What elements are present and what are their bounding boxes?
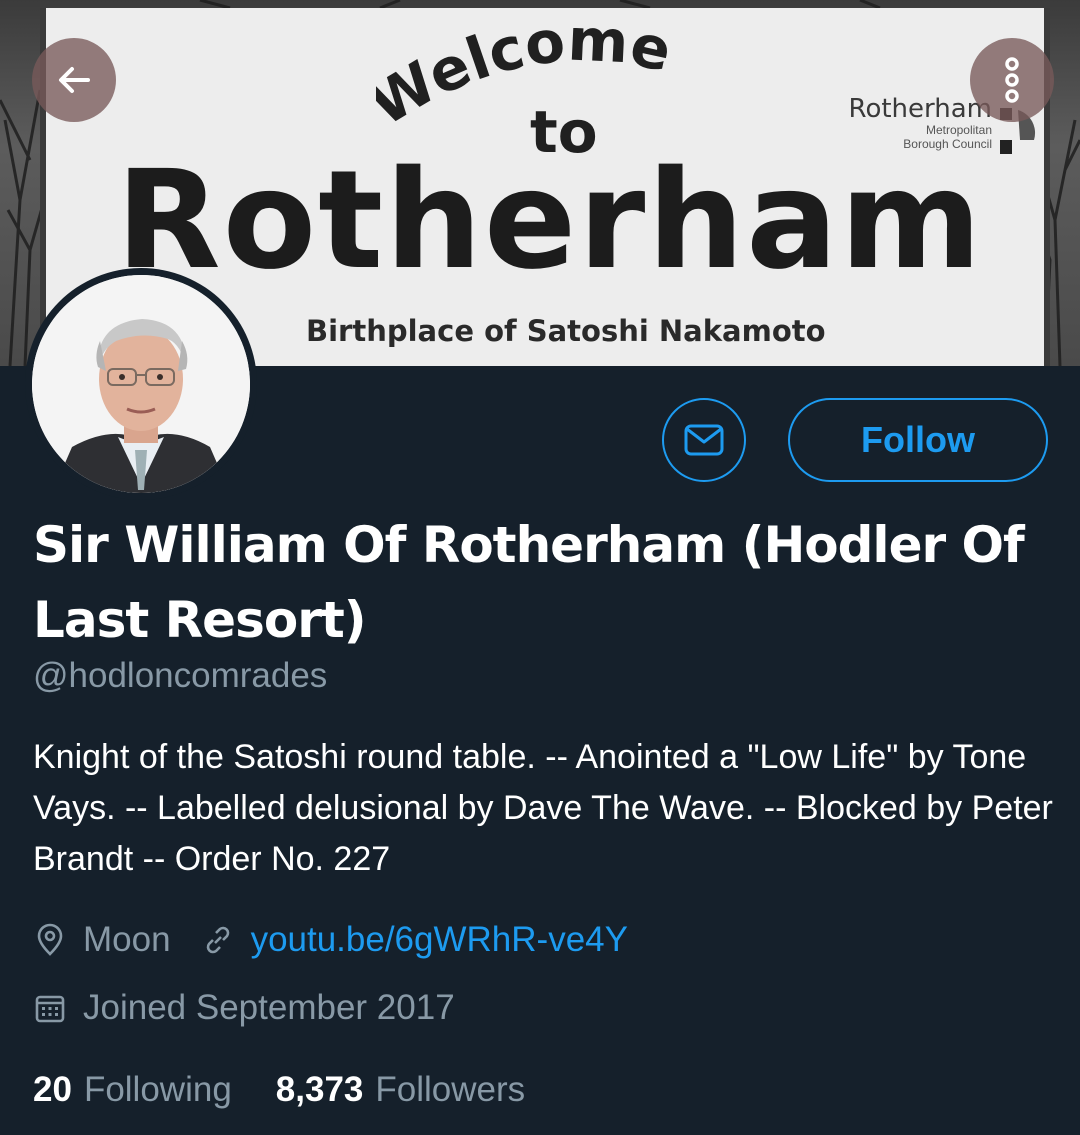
more-vertical-icon xyxy=(1005,57,1019,103)
council-line2: Borough Council xyxy=(903,136,992,151)
following-label: Following xyxy=(83,1070,232,1109)
location-pin-icon xyxy=(37,923,63,956)
svg-text:Welcome: Welcome xyxy=(376,28,677,138)
location-text: Moon xyxy=(83,920,171,959)
location-item: Moon xyxy=(33,920,171,960)
council-name: Rotherham xyxy=(848,94,992,124)
message-button[interactable] xyxy=(662,398,746,482)
followers-count: 8,373 xyxy=(275,1070,364,1109)
envelope-icon xyxy=(684,424,724,456)
link-icon xyxy=(206,926,229,954)
joined-item: Joined September 2017 xyxy=(33,988,455,1028)
joined-text: Joined September 2017 xyxy=(83,988,455,1027)
council-logo-text: Rotherham Metropolitan Borough Council xyxy=(822,94,992,152)
followers-label: Followers xyxy=(375,1070,526,1109)
more-options-button[interactable] xyxy=(970,38,1054,122)
profile-bio: Knight of the Satoshi round table. -- An… xyxy=(33,738,1053,878)
user-handle: @hodloncomrades xyxy=(33,656,328,695)
profile-meta-row: Moon youtu.be/6gWRhR-ve4Y xyxy=(33,920,628,960)
back-button[interactable] xyxy=(32,38,116,122)
website-link[interactable]: youtu.be/6gWRhR-ve4Y xyxy=(251,920,628,960)
avatar-photo xyxy=(32,275,250,493)
calendar-icon xyxy=(35,995,65,1023)
display-name: Sir William Of Rotherham (Hodler Of Last… xyxy=(33,516,1025,649)
profile-avatar[interactable] xyxy=(25,268,257,500)
joined-row: Joined September 2017 xyxy=(33,988,455,1028)
website-item[interactable]: youtu.be/6gWRhR-ve4Y xyxy=(201,920,628,960)
sign-town-name: Rotherham xyxy=(116,142,984,300)
following-count-link[interactable]: 20 Following xyxy=(33,1070,232,1110)
follow-button[interactable]: Follow xyxy=(788,398,1048,482)
arrow-left-icon xyxy=(59,67,90,93)
following-count: 20 xyxy=(33,1070,72,1109)
follow-counts: 20 Following 8,373 Followers xyxy=(33,1070,569,1110)
sign-subtitle: Birthplace of Satoshi Nakamoto xyxy=(306,314,826,348)
council-line1: Metropolitan xyxy=(925,123,992,137)
followers-count-link[interactable]: 8,373 Followers xyxy=(276,1070,525,1110)
